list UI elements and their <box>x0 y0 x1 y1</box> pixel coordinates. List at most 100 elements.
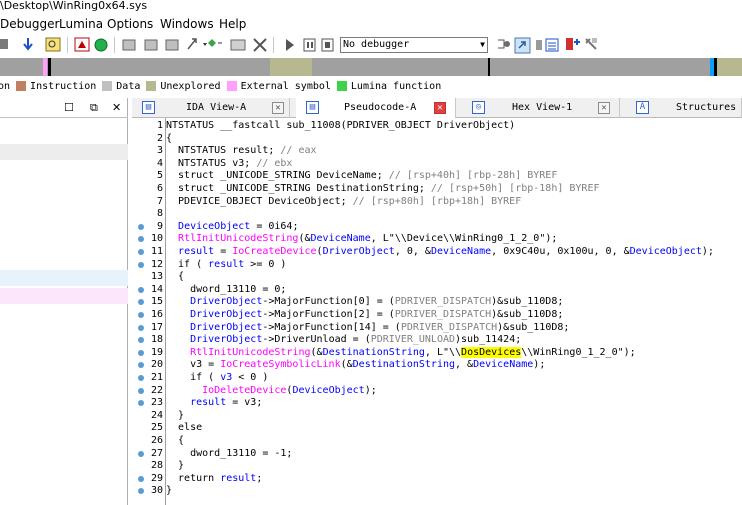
stop-icon[interactable] <box>321 38 334 52</box>
breakpoint-dot-icon[interactable] <box>138 249 144 255</box>
code-line[interactable]: 2{ <box>132 133 742 146</box>
menu-lumina[interactable]: Lumina <box>59 17 103 31</box>
pseudocode-view[interactable]: 1 NTSTATUS __fastcall sub_11008(PDRIVER_O… <box>132 118 742 505</box>
functions-list-row[interactable] <box>0 144 128 160</box>
toggle-icon[interactable] <box>536 40 542 50</box>
code-line[interactable]: 13 { <box>132 271 742 284</box>
struct-icon-3[interactable] <box>165 39 179 51</box>
close-icon[interactable]: ✕ <box>112 101 121 114</box>
struct-icon-1[interactable] <box>122 39 136 51</box>
breakpoint-dot-icon[interactable] <box>138 349 144 356</box>
code-line[interactable]: 27 dword_13110 = -1; <box>132 448 742 461</box>
pause-icon[interactable] <box>303 38 316 52</box>
xref-icon[interactable] <box>187 38 197 50</box>
minimize-icon[interactable]: ☐ <box>64 101 74 114</box>
arrow-down-icon[interactable] <box>23 38 33 51</box>
breakpoint-dot-icon[interactable] <box>138 450 144 457</box>
breakpoint-dot-icon[interactable] <box>138 261 144 268</box>
breakpoint-dot-icon[interactable] <box>138 400 144 407</box>
breakpoint-dot-icon[interactable] <box>138 286 144 293</box>
code-line[interactable]: 20 v3 = IoCreateSymbolicLink(&Destinatio… <box>132 359 742 372</box>
code-line[interactable]: 24 } <box>132 410 742 423</box>
breakpoint-dot-icon[interactable] <box>138 324 144 331</box>
legend: on Instruction Data Unexplored External … <box>0 78 742 94</box>
breakpoint-dot-icon[interactable] <box>138 299 144 306</box>
breakpoint-icon[interactable] <box>566 38 580 50</box>
breakpoint-dot-icon[interactable] <box>138 362 144 369</box>
code-line[interactable]: 28 } <box>132 460 742 473</box>
code-line[interactable]: 6 struct _UNICODE_STRING DestinationStri… <box>132 183 742 196</box>
code-text: NTSTATUS result; // eax <box>166 145 316 158</box>
close-x-icon[interactable] <box>253 38 267 52</box>
functions-list-row[interactable] <box>0 270 128 286</box>
code-line[interactable]: 17 DriverObject->MajorFunction[14] = (PD… <box>132 322 742 335</box>
breakpoint-dot-icon[interactable] <box>138 223 144 230</box>
dropdown-arrow-icon[interactable] <box>203 43 207 46</box>
tab-structures[interactable]: A Structures <box>626 98 742 118</box>
code-line[interactable]: 3 NTSTATUS result; // eax <box>132 145 742 158</box>
code-line[interactable]: 14 dword_13110 = 0; <box>132 284 742 297</box>
code-line[interactable]: 1 NTSTATUS __fastcall sub_11008(PDRIVER_O… <box>132 120 742 133</box>
struct-icon-2[interactable] <box>144 39 158 51</box>
legend-swatch-external-symbol <box>226 81 237 91</box>
menu-help[interactable]: Help <box>219 17 246 31</box>
functions-list-row[interactable] <box>0 288 128 304</box>
close-icon[interactable]: ✕ <box>598 102 610 114</box>
jump-icon[interactable] <box>0 39 8 49</box>
graph-icon[interactable] <box>74 37 90 52</box>
code-line[interactable]: 9 DeviceObject = 0i64; <box>132 221 742 234</box>
tab-hex-view-1[interactable]: ◎ Hex View-1 ✕ <box>462 98 620 118</box>
restore-icon[interactable]: ⧉ <box>90 101 98 115</box>
run-circle-icon[interactable] <box>94 38 108 52</box>
attach-icon[interactable] <box>498 39 510 49</box>
code-token: DriverObject <box>190 296 263 308</box>
code-line[interactable]: 21 if ( v3 < 0 ) <box>132 372 742 385</box>
search-icon[interactable] <box>45 37 61 52</box>
tab-ida-view-a[interactable]: ▤ IDA View-A ✕ <box>132 98 290 118</box>
breakpoint-dot-icon[interactable] <box>138 488 144 495</box>
code-line[interactable]: 19 RtlInitUnicodeString(&DestinationStri… <box>132 346 742 360</box>
navigation-band[interactable] <box>0 58 742 76</box>
breakpoint-dot-icon[interactable] <box>138 375 144 381</box>
code-line[interactable]: 25 else <box>132 422 742 435</box>
code-line[interactable]: 5 struct _UNICODE_STRING DeviceName; // … <box>132 170 742 183</box>
menu-debugger[interactable]: Debugger <box>0 17 59 31</box>
debugger-select[interactable]: No debugger ▼ <box>340 37 488 53</box>
code-line[interactable]: 23 result = v3; <box>132 397 742 410</box>
code-line[interactable]: 22 IoDeleteDevice(DeviceObject); <box>132 385 742 398</box>
code-line[interactable]: 7 PDEVICE_OBJECT DeviceObject; // [rsp+8… <box>132 196 742 209</box>
image-icon[interactable] <box>230 39 246 51</box>
tools-icon[interactable] <box>585 38 597 50</box>
code-line[interactable]: 16 DriverObject->MajorFunction[2] = (PDR… <box>132 309 742 322</box>
breakpoint-dot-icon[interactable] <box>138 312 144 318</box>
code-line[interactable]: 15 DriverObject->MajorFunction[0] = (PDR… <box>132 296 742 309</box>
tab-pseudocode-a[interactable]: ▤ Pseudocode-A ✕ <box>296 98 456 118</box>
code-line[interactable]: 12 if ( result >= 0 ) <box>132 259 742 272</box>
window-title: \Desktop\WinRing0x64.sys <box>0 0 742 14</box>
breakpoint-dot-icon[interactable] <box>138 387 144 394</box>
code-line[interactable]: 4 NTSTATUS v3; // ebx <box>132 158 742 171</box>
code-text: { <box>166 133 172 146</box>
code-token: struct _UNICODE_STRING DestinationString… <box>166 183 431 194</box>
close-icon[interactable]: ✕ <box>434 102 446 114</box>
line-number: 6 <box>156 183 163 194</box>
menu-windows[interactable]: Windows <box>160 17 214 31</box>
code-line[interactable]: 29 return result; <box>132 473 742 486</box>
code-line[interactable]: 26 { <box>132 435 742 448</box>
breakpoint-dot-icon[interactable] <box>138 236 144 243</box>
refresh-icon[interactable] <box>514 37 531 54</box>
code-line[interactable]: 30} <box>132 485 742 498</box>
code-token: (& <box>340 359 353 371</box>
code-text: struct _UNICODE_STRING DeviceName; // [r… <box>166 170 557 183</box>
breakpoint-dot-icon[interactable] <box>138 337 144 344</box>
code-line[interactable]: 18 DriverObject->DriverUnload = (PDRIVER… <box>132 334 742 347</box>
breakpoint-dot-icon[interactable] <box>138 475 144 482</box>
list-icon[interactable] <box>545 38 559 52</box>
close-icon[interactable]: ✕ <box>272 102 284 114</box>
play-icon[interactable] <box>286 39 294 51</box>
plugin-icon[interactable] <box>208 39 222 47</box>
code-line[interactable]: 8 <box>132 208 742 221</box>
code-line[interactable]: 11 result = IoCreateDevice(DriverObject,… <box>132 246 742 259</box>
menu-options[interactable]: Options <box>107 17 153 31</box>
code-line[interactable]: 10 RtlInitUnicodeString(&DeviceName, L"\… <box>132 233 742 246</box>
